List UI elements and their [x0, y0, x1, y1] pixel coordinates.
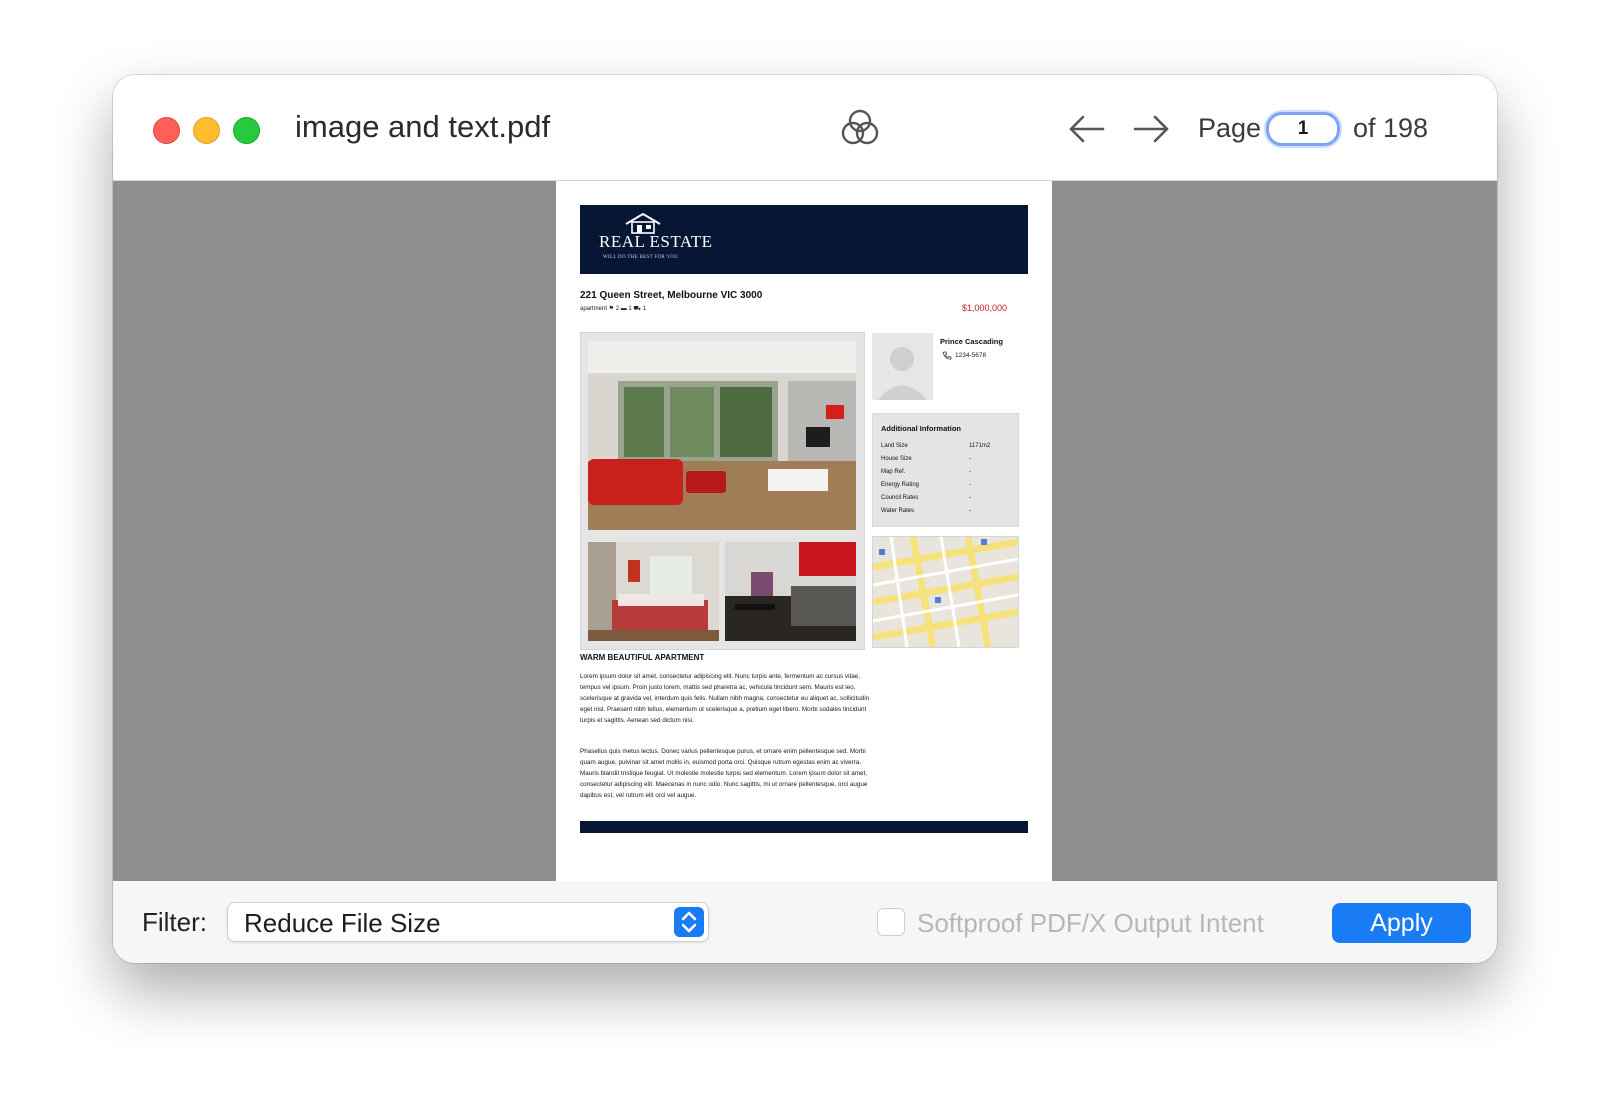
arrow-left-icon[interactable]: [1067, 113, 1107, 145]
additional-info-box: Additional Information Land Size 1171m2 …: [872, 413, 1019, 527]
agent-name: Prince Cascading: [940, 337, 1003, 346]
filter-select[interactable]: Reduce File Size: [227, 902, 709, 942]
filter-label: Filter:: [142, 907, 207, 937]
info-value: -: [969, 456, 971, 462]
info-row: Land Size 1171m2: [881, 443, 1011, 453]
location-map: [872, 536, 1019, 648]
bedroom-photo: [588, 542, 719, 641]
minimize-window-button[interactable]: [193, 117, 220, 144]
color-filter-circles-icon[interactable]: [837, 105, 883, 151]
page-number-input[interactable]: 1: [1266, 112, 1340, 146]
additional-info-title: Additional Information: [881, 424, 961, 433]
agent-phone: 1234-5678: [955, 352, 987, 359]
info-label: Water Rates: [881, 508, 915, 514]
title-bar: image and text.pdf Page 1 of 198: [113, 75, 1497, 181]
property-price: $1,000,000: [962, 303, 1008, 313]
photo-gallery: [580, 332, 865, 650]
filter-select-value: Reduce File Size: [244, 908, 441, 938]
info-row: Council Rates -: [881, 495, 1011, 505]
info-label: Energy Rating: [881, 482, 920, 488]
apply-button[interactable]: Apply: [1332, 903, 1471, 943]
preview-window: image and text.pdf Page 1 of 198 REAL ES…: [113, 75, 1497, 963]
info-label: Council Rates: [881, 495, 919, 501]
info-value: -: [969, 482, 971, 488]
softproof-checkbox[interactable]: [877, 908, 905, 936]
property-address: 221 Queen Street, Melbourne VIC 3000: [580, 290, 763, 301]
info-value: -: [969, 508, 971, 514]
house-logo-icon: [625, 212, 661, 234]
info-label: Map Ref.: [881, 469, 906, 475]
info-value: -: [969, 469, 971, 475]
info-value: 1171m2: [969, 443, 991, 449]
pdf-footer-bar: [580, 821, 1028, 833]
chevron-up-down-icon[interactable]: [674, 907, 704, 937]
info-row: House Size -: [881, 456, 1011, 466]
logo-text: REAL ESTATE: [599, 232, 713, 251]
agent-avatar: [872, 333, 933, 400]
description-paragraph-2: Phasellus quis metus lectus. Donec variu…: [580, 748, 868, 799]
softproof-label: Softproof PDF/X Output Intent: [917, 908, 1264, 938]
filter-bar: Filter: Reduce File Size Softproof PDF/X…: [113, 881, 1497, 963]
page-total: of 198: [1353, 113, 1429, 143]
close-window-button[interactable]: [153, 117, 180, 144]
info-row: Energy Rating -: [881, 482, 1011, 492]
description-title: WARM BEAUTIFUL APARTMENT: [580, 653, 705, 662]
page-label: Page: [1198, 113, 1262, 143]
description-paragraph-1: Lorem ipsum dolor sit amet, consectetur …: [580, 673, 870, 724]
info-value: -: [969, 495, 971, 501]
arrow-right-icon[interactable]: [1131, 113, 1171, 145]
info-label: Land Size: [881, 443, 908, 449]
property-specs: apartment ⚑ 2 ▬ 1 ⛟ 1: [580, 306, 646, 312]
living-room-photo: [588, 341, 856, 530]
info-row: Water Rates -: [881, 508, 1011, 518]
phone-icon: [942, 351, 952, 360]
pdf-page: REAL ESTATE WILL DO THE BEST FOR YOU 221…: [556, 181, 1052, 881]
logo-tagline: WILL DO THE BEST FOR YOU: [603, 255, 679, 260]
pdf-header-banner: REAL ESTATE WILL DO THE BEST FOR YOU: [580, 205, 1028, 274]
info-row: Map Ref. -: [881, 469, 1011, 479]
window-title: image and text.pdf: [295, 109, 551, 144]
document-canvas[interactable]: REAL ESTATE WILL DO THE BEST FOR YOU 221…: [113, 181, 1497, 881]
zoom-window-button[interactable]: [233, 117, 260, 144]
info-label: House Size: [881, 456, 912, 462]
kitchen-photo: [725, 542, 856, 641]
